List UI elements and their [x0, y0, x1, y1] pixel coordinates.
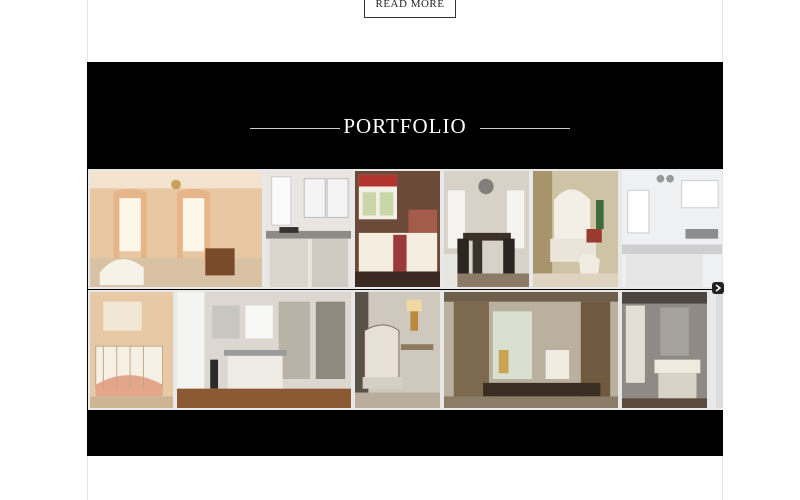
portfolio-tile-nursery-peach[interactable]	[88, 169, 264, 289]
portfolio-tile-bedroom[interactable]	[353, 169, 442, 289]
portfolio-tile-open-kitchen[interactable]	[175, 290, 353, 410]
bedroom-photo	[355, 171, 440, 287]
kitchen-photo	[266, 171, 351, 287]
portfolio-tile-dining[interactable]	[442, 169, 531, 289]
carousel-next-arrow[interactable]	[712, 282, 724, 294]
bathroom-photo	[622, 292, 707, 408]
bright-kitchen-photo	[622, 171, 722, 287]
portfolio-tile-lounge-chair[interactable]	[353, 290, 442, 410]
portfolio-tile-nursery-crib[interactable]	[88, 290, 175, 410]
crib-photo	[90, 292, 173, 408]
title-rule-right	[480, 128, 570, 129]
portfolio-tile-white-kitchen[interactable]	[264, 169, 353, 289]
portfolio-tile-armchair[interactable]	[531, 169, 620, 289]
portfolio-section: PORTFOLIO	[87, 62, 723, 456]
portfolio-tile-bathroom[interactable]	[620, 290, 709, 410]
portfolio-tile-drapes[interactable]	[442, 290, 620, 410]
portfolio-tile-partial[interactable]	[709, 290, 723, 410]
portfolio-tile-bright-kitchen[interactable]	[620, 169, 723, 289]
open-kitchen-photo	[177, 292, 351, 408]
read-more-button[interactable]: READ MORE	[364, 0, 456, 18]
partial-photo	[711, 292, 723, 408]
nursery-photo	[90, 171, 262, 287]
drapes-photo	[444, 292, 618, 408]
armchair-photo	[533, 171, 618, 287]
dining-photo	[444, 171, 529, 287]
chevron-right-icon	[715, 284, 722, 292]
portfolio-title: PORTFOLIO	[343, 114, 467, 138]
lounge-chair-photo	[355, 292, 440, 408]
